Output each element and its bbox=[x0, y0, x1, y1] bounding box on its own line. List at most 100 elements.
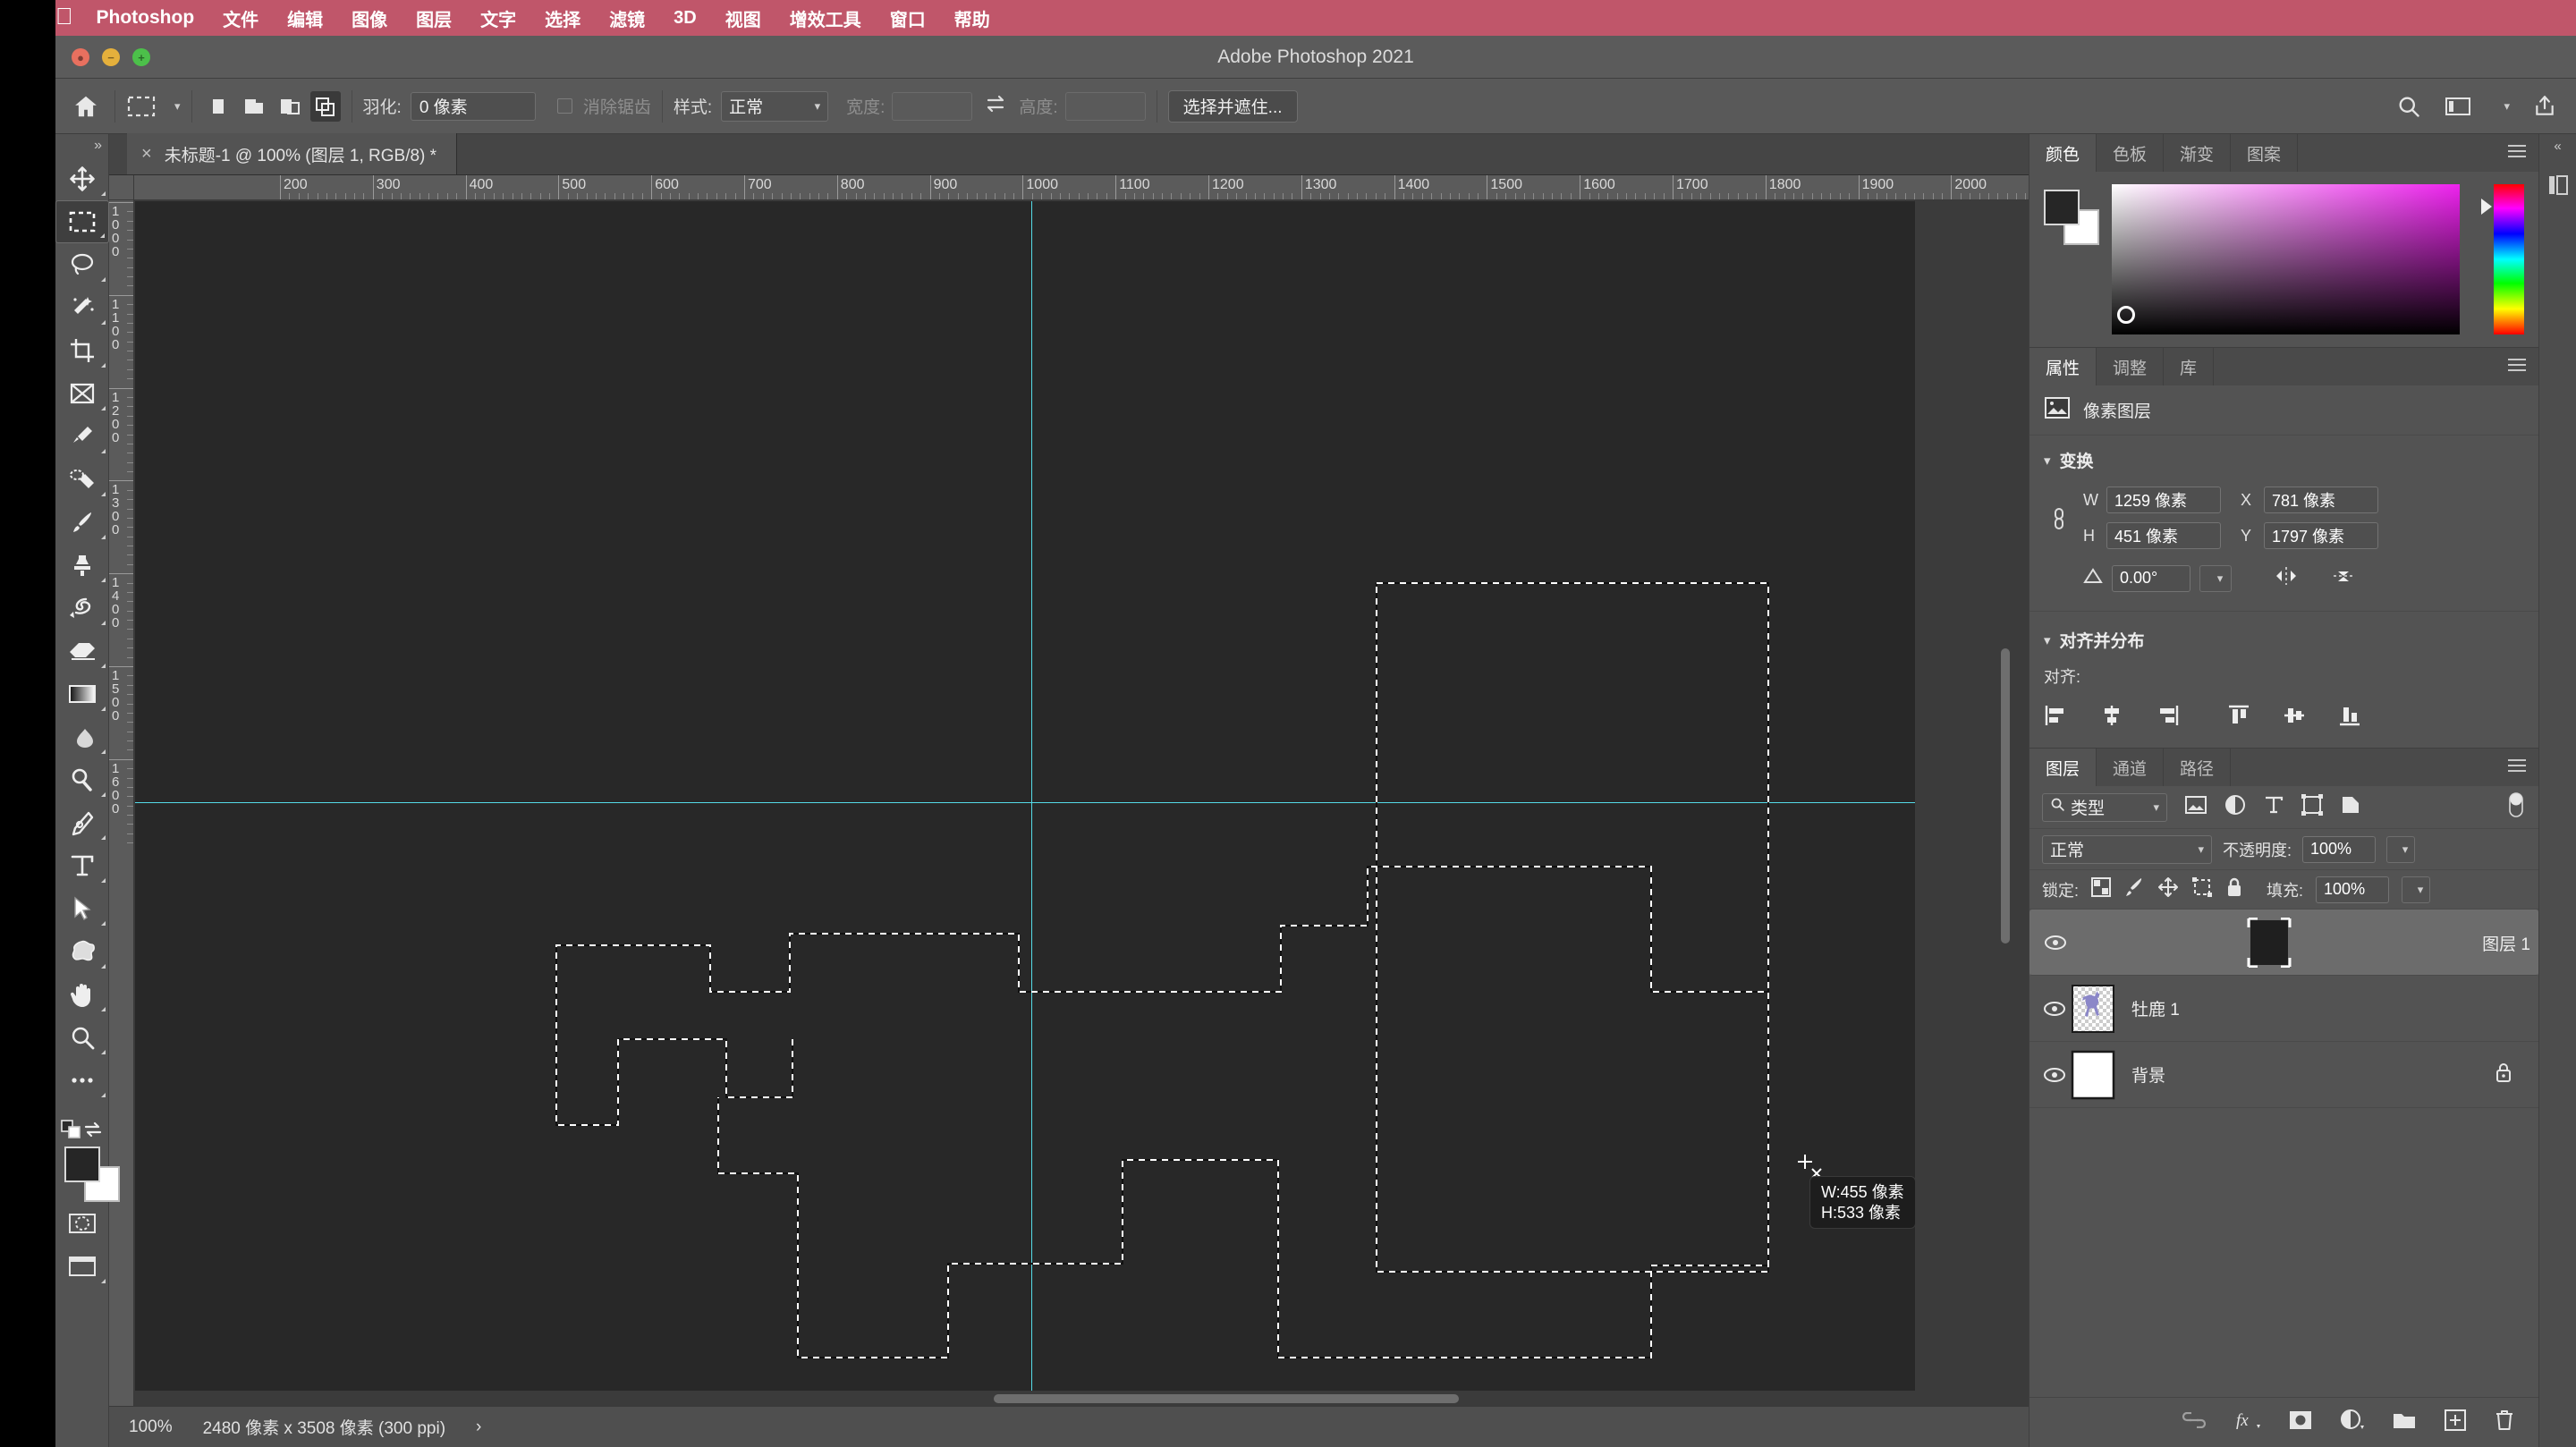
home-icon[interactable] bbox=[68, 89, 104, 124]
filter-shape-icon[interactable] bbox=[2301, 794, 2323, 820]
layer-thumbnail[interactable] bbox=[2071, 1050, 2115, 1100]
history-rail-icon[interactable] bbox=[2546, 173, 2570, 201]
hue-slider[interactable] bbox=[2481, 184, 2524, 334]
fill-scrubber[interactable]: ▾ bbox=[2402, 876, 2431, 903]
add-mask-icon[interactable] bbox=[2288, 1409, 2313, 1435]
lock-position-icon[interactable] bbox=[2157, 876, 2179, 902]
menu-item-image[interactable]: 图像 bbox=[352, 5, 387, 31]
expand-panels-icon[interactable]: « bbox=[2554, 134, 2561, 157]
blend-mode-select[interactable]: 正常 ▾ bbox=[2042, 834, 2212, 864]
style-select[interactable]: 正常 ▾ bbox=[721, 90, 829, 122]
screen-mode-icon[interactable] bbox=[55, 1245, 109, 1288]
layer-name[interactable]: 图层 1 bbox=[2482, 931, 2530, 955]
eraser-tool[interactable] bbox=[55, 630, 109, 673]
tab-layers[interactable]: 图层 bbox=[2029, 749, 2097, 786]
status-chevron-icon[interactable]: › bbox=[476, 1417, 481, 1437]
tab-channels[interactable]: 通道 bbox=[2097, 749, 2165, 786]
quick-selection-tool[interactable] bbox=[55, 286, 109, 329]
shape-tool[interactable] bbox=[55, 930, 109, 973]
spot-healing-tool[interactable] bbox=[55, 458, 109, 501]
filter-toggle-icon[interactable] bbox=[2506, 790, 2526, 825]
link-layers-icon[interactable] bbox=[2181, 1411, 2207, 1433]
select-and-mask-button[interactable]: 选择并遮住... bbox=[1167, 89, 1298, 123]
tab-libraries[interactable]: 库 bbox=[2164, 348, 2215, 385]
zoom-level[interactable]: 100% bbox=[129, 1417, 173, 1437]
menu-item-type[interactable]: 文字 bbox=[480, 5, 516, 31]
opacity-input[interactable]: 100% bbox=[2302, 835, 2377, 863]
eyedropper-tool[interactable] bbox=[55, 415, 109, 458]
lock-all-icon[interactable] bbox=[2225, 876, 2243, 902]
apple-icon[interactable]:  bbox=[55, 4, 73, 28]
color-field[interactable] bbox=[2112, 184, 2460, 334]
search-icon[interactable] bbox=[2396, 94, 2421, 119]
quick-mask-icon[interactable] bbox=[55, 1202, 109, 1245]
menu-item-photoshop[interactable]: Photoshop bbox=[97, 7, 195, 29]
tab-adjustments[interactable]: 调整 bbox=[2097, 348, 2165, 385]
layer-name[interactable]: 背景 bbox=[2131, 1062, 2165, 1087]
chevron-down-icon[interactable]: ▾ bbox=[174, 99, 181, 114]
swap-arrows-icon[interactable] bbox=[985, 94, 1006, 118]
add-to-selection-icon[interactable] bbox=[239, 91, 269, 122]
layer-thumbnail[interactable] bbox=[2071, 984, 2115, 1034]
pen-tool[interactable] bbox=[55, 801, 109, 844]
subtract-from-selection-icon[interactable] bbox=[275, 91, 305, 122]
dodge-tool[interactable] bbox=[55, 758, 109, 801]
menu-item-layer[interactable]: 图层 bbox=[416, 5, 452, 31]
layer-row-3[interactable]: 背景 bbox=[2029, 1042, 2538, 1108]
canvas[interactable]: 我们会发现 bbox=[135, 201, 1915, 1391]
new-adjustment-icon[interactable] bbox=[2340, 1409, 2365, 1436]
chevron-down-icon[interactable]: ▾ bbox=[2504, 99, 2510, 114]
flip-horizontal-icon[interactable] bbox=[2273, 565, 2300, 591]
canvas-horizontal-scrollbar[interactable] bbox=[135, 1392, 2014, 1406]
guide-vertical[interactable] bbox=[1031, 201, 1032, 1391]
menu-item-edit[interactable]: 编辑 bbox=[287, 5, 323, 31]
align-top-icon[interactable] bbox=[2226, 704, 2251, 732]
document-tab[interactable]: × 未标题-1 @ 100% (图层 1, RGB/8) * bbox=[127, 133, 458, 174]
tab-properties[interactable]: 属性 bbox=[2029, 348, 2097, 385]
feather-input[interactable]: 0 像素 bbox=[410, 91, 536, 121]
path-selection-tool[interactable] bbox=[55, 887, 109, 930]
gradient-tool[interactable] bbox=[55, 673, 109, 715]
crop-tool[interactable] bbox=[55, 329, 109, 372]
blur-tool[interactable] bbox=[55, 715, 109, 758]
layer-row-2[interactable]: 牡鹿 1 bbox=[2029, 976, 2538, 1042]
transform-y-input[interactable]: 1797 像素 bbox=[2264, 522, 2378, 549]
canvas-scroll-area[interactable]: 我们会发现 W:455 像素 H:533 像素 bbox=[135, 201, 2029, 1406]
foreground-color-swatch[interactable] bbox=[64, 1147, 100, 1182]
delete-layer-icon[interactable] bbox=[2494, 1409, 2515, 1436]
filter-smart-icon[interactable] bbox=[2341, 794, 2360, 820]
type-tool[interactable] bbox=[55, 844, 109, 887]
transform-height-input[interactable]: 451 像素 bbox=[2106, 522, 2221, 549]
tab-color[interactable]: 颜色 bbox=[2029, 134, 2097, 172]
layer-row-1[interactable]: 图层 1 bbox=[2029, 910, 2538, 976]
tab-patterns[interactable]: 图案 bbox=[2231, 134, 2299, 172]
layer-visibility-icon[interactable] bbox=[2038, 1001, 2071, 1017]
clone-stamp-tool[interactable] bbox=[55, 544, 109, 587]
transform-width-input[interactable]: 1259 像素 bbox=[2106, 487, 2221, 513]
menu-item-view[interactable]: 视图 bbox=[725, 5, 761, 31]
layer-visibility-icon[interactable] bbox=[2038, 1067, 2071, 1083]
new-selection-icon[interactable] bbox=[203, 91, 233, 122]
antialias-checkbox[interactable] bbox=[556, 98, 572, 114]
zoom-tool[interactable] bbox=[55, 1016, 109, 1059]
color-panel-foreground-swatch[interactable] bbox=[2044, 190, 2080, 225]
lock-image-icon[interactable] bbox=[2123, 876, 2145, 902]
width-input[interactable] bbox=[892, 91, 973, 121]
default-colors-icon[interactable] bbox=[61, 1119, 82, 1144]
move-tool[interactable] bbox=[55, 157, 109, 200]
horizontal-ruler[interactable]: 200 300 400 500 600 700 800 900 1000 1100 1200 1300… bbox=[134, 175, 2029, 200]
menu-item-select[interactable]: 选择 bbox=[545, 5, 580, 31]
new-group-icon[interactable] bbox=[2392, 1410, 2417, 1434]
align-right-icon[interactable] bbox=[2155, 704, 2180, 732]
menu-item-file[interactable]: 文件 bbox=[223, 5, 258, 31]
workspace-icon[interactable] bbox=[2445, 96, 2471, 117]
transform-x-input[interactable]: 781 像素 bbox=[2264, 487, 2378, 513]
menu-item-plugins[interactable]: 增效工具 bbox=[790, 5, 861, 31]
lock-artboard-icon[interactable] bbox=[2191, 876, 2213, 902]
new-layer-icon[interactable] bbox=[2444, 1409, 2467, 1436]
layer-filter-select[interactable]: 类型 ▾ bbox=[2042, 792, 2167, 822]
menu-item-filter[interactable]: 滤镜 bbox=[609, 5, 645, 31]
layer-visibility-icon[interactable] bbox=[2039, 935, 2072, 951]
align-bottom-icon[interactable] bbox=[2337, 704, 2362, 732]
lasso-tool[interactable] bbox=[55, 243, 109, 286]
